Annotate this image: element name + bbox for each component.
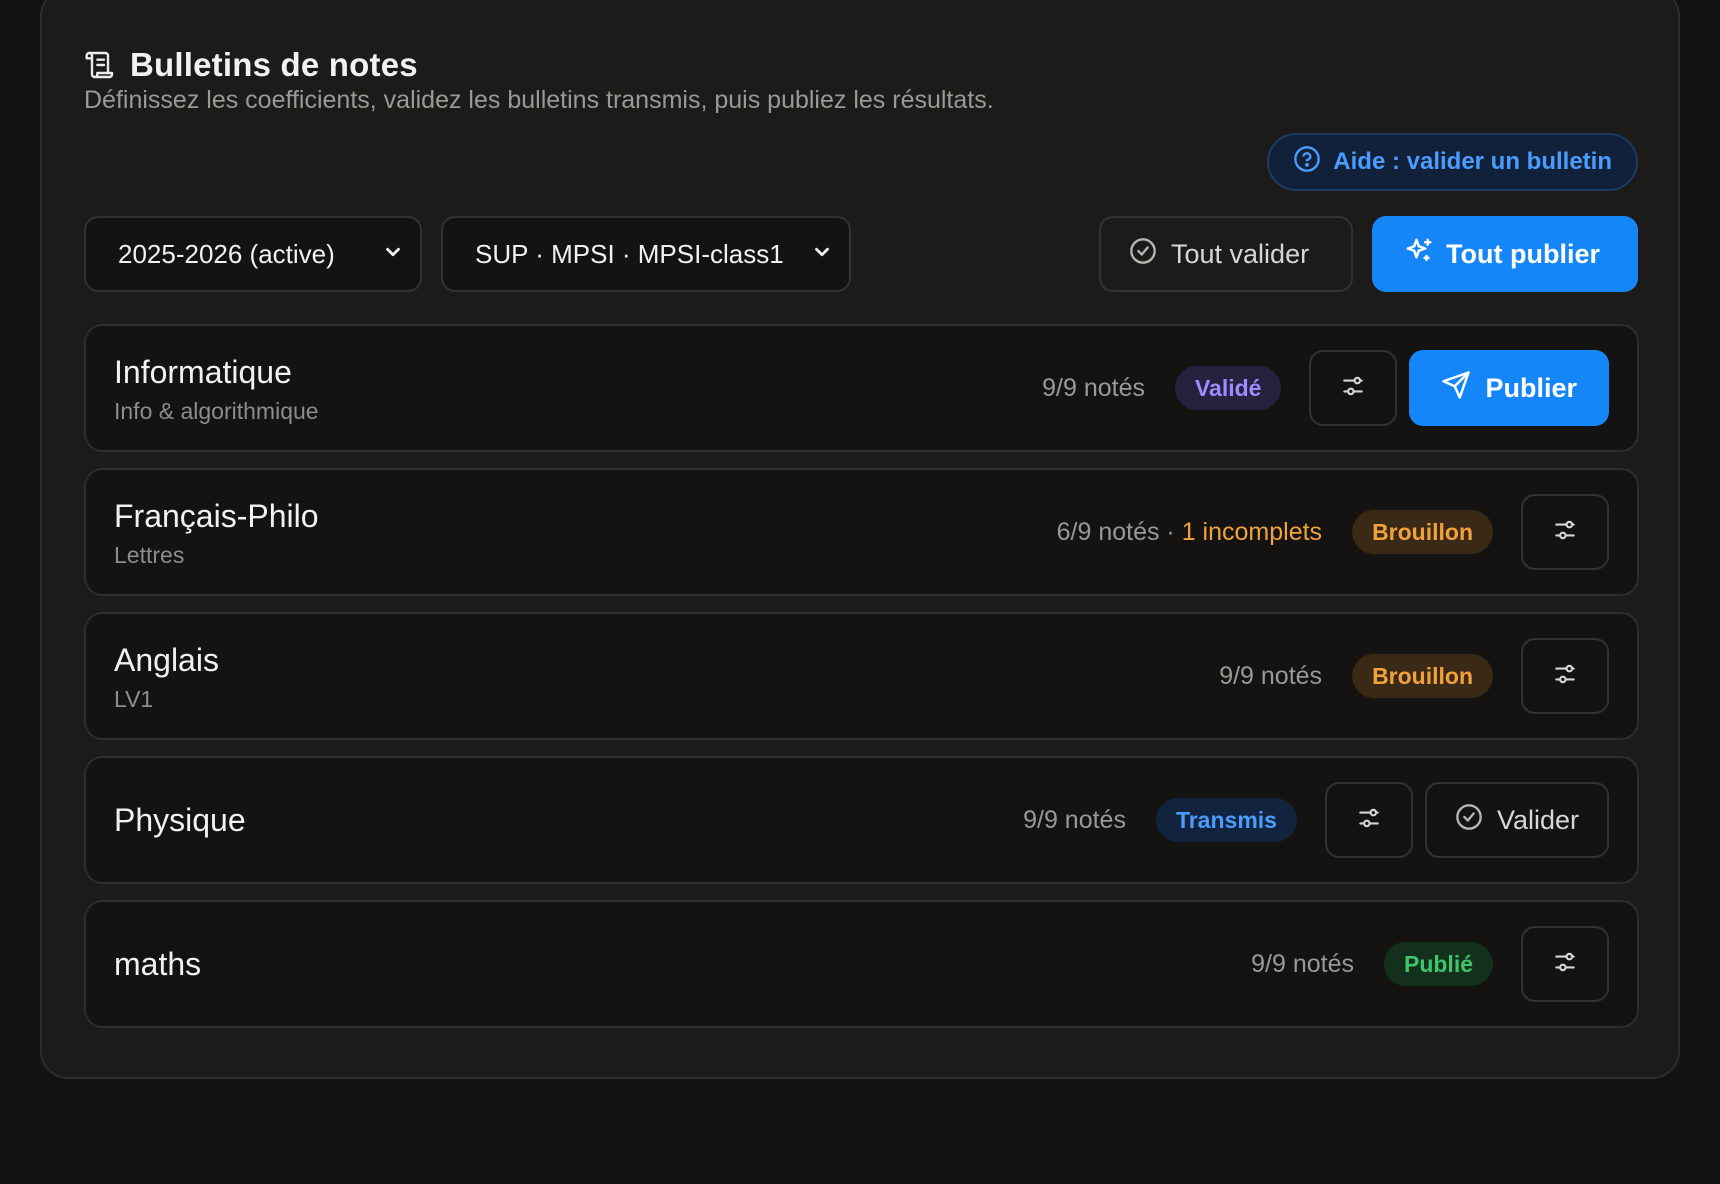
- year-select-value: 2025-2026 (active): [118, 238, 335, 269]
- subject-name: Informatique: [114, 354, 292, 390]
- coefficients-button[interactable]: [1521, 494, 1609, 570]
- status-badge: Brouillon: [1352, 654, 1493, 698]
- class-select[interactable]: SUP · MPSI · MPSI-class1: [441, 216, 851, 292]
- incomplete-count: 1 incomplets: [1181, 517, 1323, 546]
- sliders-icon: [1552, 661, 1578, 692]
- coefficients-button[interactable]: [1521, 638, 1609, 714]
- page-subtitle: Définissez les coefficients, validez les…: [84, 86, 994, 114]
- graded-count: 9/9 notés: [1219, 661, 1323, 690]
- subject-row-anglais: Anglais LV1 9/9 notés Brouillon: [84, 612, 1639, 740]
- publish-button[interactable]: Publier: [1409, 350, 1609, 426]
- subject-row-physique: Physique 9/9 notés Transmis Valider: [84, 756, 1639, 884]
- sparkles-icon: [1404, 236, 1434, 273]
- subject-list: Informatique Info & algorithmique 9/9 no…: [84, 324, 1639, 1044]
- coefficients-button[interactable]: [1324, 782, 1413, 858]
- help-label: Aide : valider un bulletin: [1333, 148, 1612, 175]
- publish-all-button[interactable]: Tout publier: [1372, 216, 1638, 292]
- status-badge: Transmis: [1155, 798, 1297, 842]
- graded-count: 9/9 notés: [1023, 805, 1126, 834]
- check-circle-icon: [1129, 237, 1157, 272]
- chevron-down-icon: [382, 239, 404, 270]
- subject-row-informatique: Informatique Info & algorithmique 9/9 no…: [84, 324, 1639, 452]
- subject-row-francais-philo: Français-Philo Lettres 6/9 notés · 1 inc…: [84, 468, 1639, 596]
- validate-button[interactable]: Valider: [1424, 782, 1609, 858]
- class-select-value: SUP · MPSI · MPSI-class1: [475, 238, 784, 269]
- sliders-icon: [1340, 373, 1366, 404]
- subject-name: Physique: [114, 802, 246, 838]
- validate-all-label: Tout valider: [1171, 238, 1310, 269]
- subject-subtitle: Lettres: [114, 542, 185, 568]
- graded-count-value: 6/9 notés: [1056, 517, 1160, 546]
- graded-count: 9/9 notés: [1042, 373, 1145, 402]
- year-select[interactable]: 2025-2026 (active): [84, 216, 422, 292]
- status-badge: Publié: [1383, 942, 1493, 986]
- help-circle-icon: [1293, 145, 1321, 180]
- panel-header: Bulletins de notes: [84, 46, 418, 84]
- check-circle-icon: [1455, 803, 1483, 838]
- sliders-icon: [1552, 517, 1578, 548]
- publish-all-label: Tout publier: [1446, 238, 1600, 269]
- validate-label: Valider: [1496, 804, 1579, 835]
- send-icon: [1441, 370, 1471, 407]
- sliders-icon: [1552, 949, 1578, 980]
- help-button[interactable]: Aide : valider un bulletin: [1267, 133, 1638, 191]
- status-badge: Validé: [1174, 366, 1282, 410]
- page-title: Bulletins de notes: [130, 46, 418, 83]
- publish-label: Publier: [1485, 372, 1577, 403]
- coefficients-button[interactable]: [1309, 350, 1398, 426]
- report-cards-panel: Bulletins de notes Définissez les coeffi…: [40, 0, 1680, 1079]
- sliders-icon: [1356, 805, 1382, 836]
- subject-name: maths: [114, 946, 202, 982]
- chevron-down-icon: [811, 239, 833, 270]
- subject-name: Français-Philo: [114, 498, 319, 534]
- validate-all-button[interactable]: Tout valider: [1099, 216, 1353, 292]
- coefficients-button[interactable]: [1521, 926, 1609, 1002]
- scroll-icon: [84, 49, 116, 81]
- status-badge: Brouillon: [1352, 510, 1493, 554]
- graded-count: 9/9 notés: [1251, 949, 1354, 978]
- subject-subtitle: LV1: [114, 686, 154, 712]
- subject-name: Anglais: [114, 642, 219, 678]
- graded-count: 6/9 notés · 1 incomplets: [1056, 517, 1323, 546]
- subject-subtitle: Info & algorithmique: [114, 398, 319, 424]
- subject-row-maths: maths 9/9 notés Publié: [84, 900, 1639, 1028]
